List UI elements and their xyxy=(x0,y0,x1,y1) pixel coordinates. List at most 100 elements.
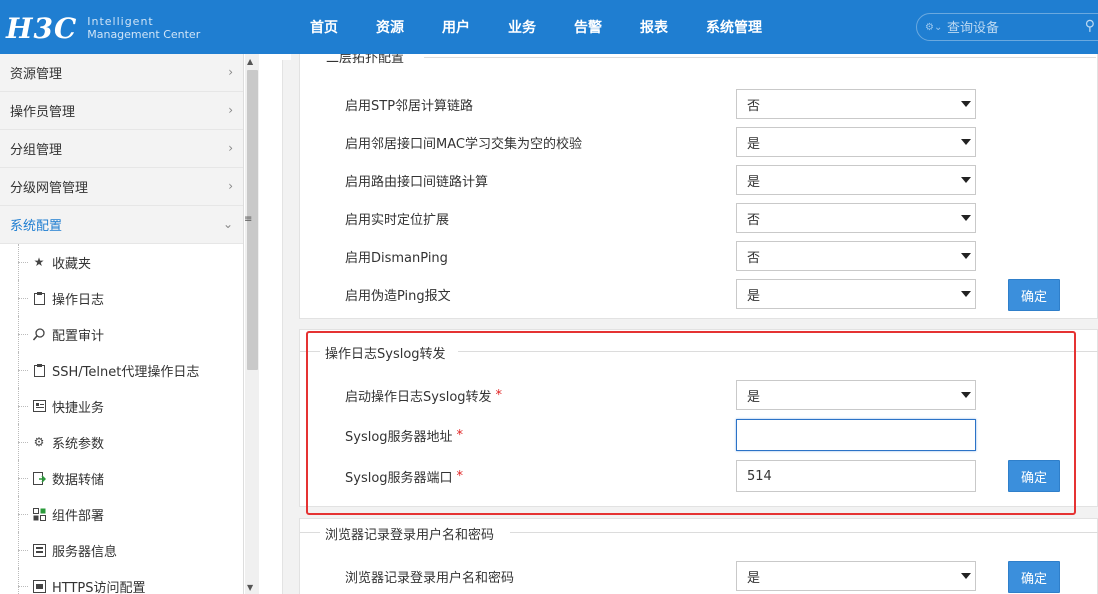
sidebar-item-component-deployment[interactable]: 组件部署 xyxy=(0,496,243,532)
stp-neighbor-select[interactable]: 否 xyxy=(736,89,976,119)
sidebar-item-label: 快捷业务 xyxy=(52,400,105,416)
sidebar-item-label: 组件部署 xyxy=(52,508,105,524)
scroll-down-arrow-icon[interactable]: ▼ xyxy=(247,583,253,592)
chevron-right-icon: › xyxy=(228,141,233,155)
dropdown-caret-icon xyxy=(961,101,971,107)
chevron-right-icon: › xyxy=(228,103,233,117)
sidebar-item-data-dump[interactable]: 数据转储 xyxy=(0,460,243,496)
scroll-up-arrow-icon[interactable]: ▲ xyxy=(247,57,253,66)
sidebar: 资源管理 › 操作员管理 › 分组管理 › 分级网管管理 › 系统配置 ⌄ ★ … xyxy=(0,54,244,594)
realtime-location-label: 启用实时定位扩展 xyxy=(345,212,450,228)
browser-section-title: 浏览器记录登录用户名和密码 xyxy=(325,524,495,543)
sidebar-group-label: 分组管理 xyxy=(10,143,63,158)
sidebar-item-label: 配置审计 xyxy=(52,328,105,344)
data-dump-icon xyxy=(32,471,46,485)
disman-ping-select[interactable]: 否 xyxy=(736,241,976,271)
route-interface-link-label: 启用路由接口间链路计算 xyxy=(345,174,489,190)
route-interface-link-select[interactable]: 是 xyxy=(736,165,976,195)
nav-services[interactable]: 业务 xyxy=(489,0,555,54)
dropdown-caret-icon xyxy=(961,573,971,579)
sidebar-item-label: 服务器信息 xyxy=(52,544,118,560)
device-scope-icon[interactable]: ⚙⌄ xyxy=(917,22,947,33)
content-scrollbar[interactable] xyxy=(282,60,291,594)
sidebar-group-operator-management[interactable]: 操作员管理 › xyxy=(0,92,243,130)
browser-credentials-label: 浏览器记录登录用户名和密码 xyxy=(345,570,515,586)
topology-confirm-button[interactable]: 确定 xyxy=(1008,279,1060,311)
device-search-input[interactable] xyxy=(947,19,1077,35)
chevron-right-icon: › xyxy=(228,179,233,193)
nav-system-management[interactable]: 系统管理 xyxy=(687,0,781,54)
sidebar-item-favorites[interactable]: ★ 收藏夹 xyxy=(0,244,243,280)
sidebar-group-group-management[interactable]: 分组管理 › xyxy=(0,130,243,168)
logo-subtitle-line2: Management Center xyxy=(87,28,201,41)
disman-ping-label: 启用DismanPing xyxy=(345,250,448,266)
topology-section-title: 二层拓扑配置 xyxy=(326,54,405,66)
top-header: H3C Intelligent Management Center 首页 资源 … xyxy=(0,0,1098,54)
star-icon: ★ xyxy=(33,255,45,269)
server-info-icon xyxy=(32,543,46,557)
dropdown-caret-icon xyxy=(961,139,971,145)
shortcut-icon xyxy=(32,399,46,413)
audit-search-icon xyxy=(32,327,46,341)
sidebar-item-quick-services[interactable]: 快捷业务 xyxy=(0,388,243,424)
dropdown-caret-icon xyxy=(961,291,971,297)
clipboard-icon xyxy=(32,363,46,377)
nav-home[interactable]: 首页 xyxy=(290,0,357,54)
chevron-down-icon: ⌄ xyxy=(222,217,233,231)
legend-divider xyxy=(510,532,1098,533)
sidebar-item-label: SSH/Telnet代理操作日志 xyxy=(52,364,200,380)
sidebar-item-operation-log[interactable]: 操作日志 xyxy=(0,280,243,316)
sidebar-item-label: 系统参数 xyxy=(52,436,105,452)
main-nav: 首页 资源 用户 业务 告警 报表 系统管理 xyxy=(290,0,781,54)
sidebar-scrollbar[interactable]: ▲ ▼ xyxy=(245,54,259,594)
dropdown-caret-icon xyxy=(961,215,971,221)
nav-alarms[interactable]: 告警 xyxy=(555,0,621,54)
clipboard-icon xyxy=(32,291,46,305)
sidebar-item-label: 收藏夹 xyxy=(52,256,92,272)
sidebar-item-label: HTTPS访问配置 xyxy=(52,580,146,594)
search-icon[interactable]: ⚲ xyxy=(1085,18,1095,34)
sidebar-group-resource-management[interactable]: 资源管理 › xyxy=(0,54,243,92)
select-value: 否 xyxy=(747,250,761,266)
mac-intersection-check-select[interactable]: 是 xyxy=(736,127,976,157)
component-icon xyxy=(32,507,46,521)
dropdown-caret-icon xyxy=(961,177,971,183)
sidebar-item-ssh-telnet-proxy-log[interactable]: SSH/Telnet代理操作日志 xyxy=(0,352,243,388)
sidebar-item-server-info[interactable]: 服务器信息 xyxy=(0,532,243,568)
sidebar-group-label: 分级网管管理 xyxy=(10,181,89,196)
sidebar-item-config-audit[interactable]: 配置审计 xyxy=(0,316,243,352)
sidebar-group-label: 系统配置 xyxy=(10,219,63,234)
nav-reports[interactable]: 报表 xyxy=(621,0,687,54)
fake-ping-label: 启用伪造Ping报文 xyxy=(345,288,451,304)
h3c-logo[interactable]: H3C Intelligent Management Center xyxy=(6,8,200,48)
syslog-highlight-box xyxy=(306,331,1076,515)
select-value: 是 xyxy=(747,570,761,586)
browser-credentials-select[interactable]: 是 xyxy=(736,561,976,591)
https-icon xyxy=(32,579,46,593)
select-value: 否 xyxy=(747,98,761,114)
chevron-right-icon: › xyxy=(228,65,233,79)
sidebar-group-label: 操作员管理 xyxy=(10,105,76,120)
nav-resources[interactable]: 资源 xyxy=(357,0,423,54)
select-value: 是 xyxy=(747,174,761,190)
logo-wordmark: H3C xyxy=(6,11,78,45)
device-search-box: ⚙⌄ ⚲ xyxy=(916,13,1098,41)
sidebar-item-system-parameters[interactable]: ⚙ 系统参数 xyxy=(0,424,243,460)
gear-icon: ⚙ xyxy=(33,435,45,449)
fake-ping-select[interactable]: 是 xyxy=(736,279,976,309)
select-value: 是 xyxy=(747,288,761,304)
select-value: 否 xyxy=(747,212,761,228)
legend-divider xyxy=(424,57,1096,58)
dropdown-caret-icon xyxy=(961,253,971,259)
sidebar-resize-grip-icon[interactable]: ≡ xyxy=(244,214,252,225)
nav-users[interactable]: 用户 xyxy=(423,0,489,54)
logo-subtitle: Intelligent Management Center xyxy=(87,15,200,41)
realtime-location-select[interactable]: 否 xyxy=(736,203,976,233)
mac-intersection-check-label: 启用邻居接口间MAC学习交集为空的校验 xyxy=(345,136,582,152)
browser-confirm-button[interactable]: 确定 xyxy=(1008,561,1060,593)
sidebar-group-system-config[interactable]: 系统配置 ⌄ xyxy=(0,206,243,244)
logo-subtitle-line1: Intelligent xyxy=(87,15,154,28)
sidebar-item-https-config[interactable]: HTTPS访问配置 xyxy=(0,568,243,594)
sidebar-group-label: 资源管理 xyxy=(10,67,63,82)
sidebar-group-hierarchical-nms[interactable]: 分级网管管理 › xyxy=(0,168,243,206)
